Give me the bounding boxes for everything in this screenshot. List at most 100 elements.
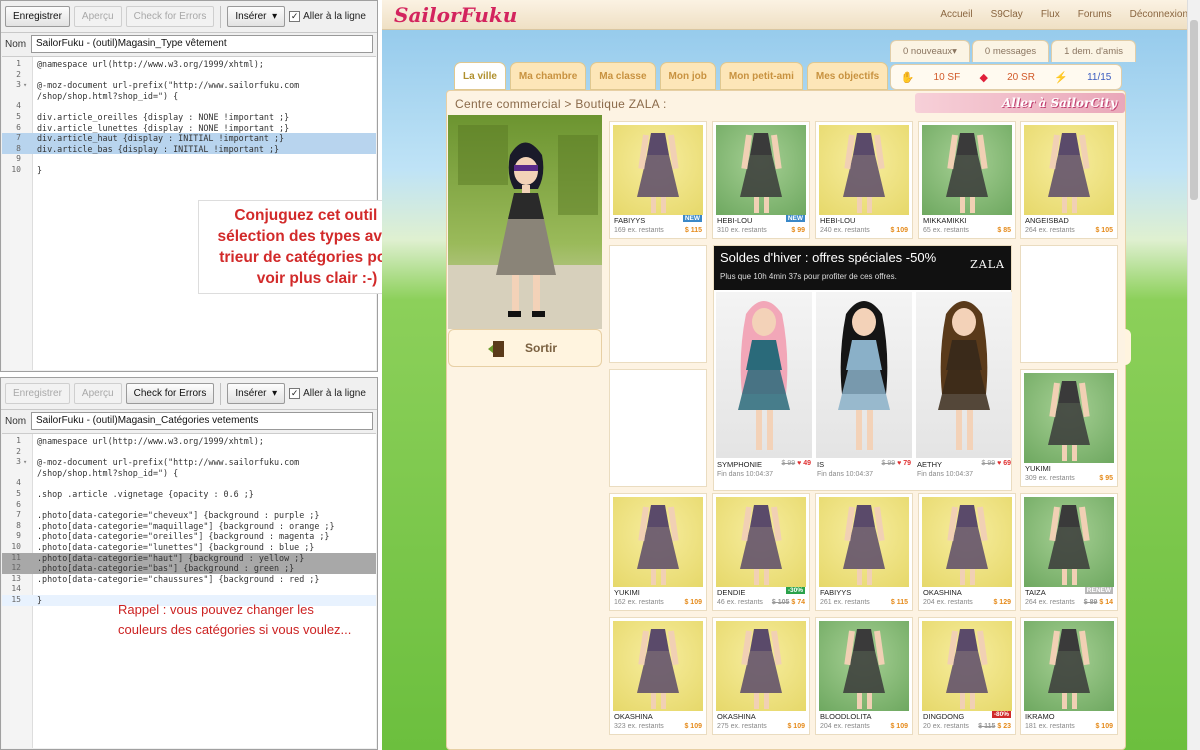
code-line: 8 div.article_bas {display : INITIAL !imp… (2, 143, 376, 155)
promo-item-name: IS (817, 460, 825, 469)
fold-arrow-icon[interactable]: ▾ (23, 457, 27, 468)
notif-friend-requests[interactable]: 1 dem. d'amis (1051, 40, 1136, 62)
site-header: SailorFuku Accueil S9Clay Flux Forums Dé… (382, 0, 1200, 30)
product-card[interactable]: IKRAMO 181 ex. restants $ 109 (1020, 617, 1118, 735)
line-number: 3 (16, 80, 21, 90)
product-card[interactable]: OKASHINA 323 ex. restants $ 109 (609, 617, 707, 735)
wrap-checkbox[interactable]: ✓ Aller à la ligne (289, 388, 366, 399)
code-text: div.article_lunettes {display : NONE !im… (37, 122, 290, 133)
name-row: Nom SailorFuku - (outil)Magasin_Catégori… (1, 411, 377, 431)
line-number: 10 (11, 164, 21, 174)
product-card[interactable]: OKASHINA 275 ex. restants $ 109 (712, 617, 810, 735)
product-name: YUKIMI (1025, 464, 1051, 473)
tab-mon-job[interactable]: Mon job (659, 62, 716, 90)
product-card[interactable]: FABIYYS 261 ex. restants $ 115 (815, 493, 913, 611)
product-card[interactable]: ANGEISBAD 264 ex. restants $ 105 (1020, 121, 1118, 239)
product-photo[interactable] (1024, 497, 1114, 587)
product-card[interactable]: HEBI-LOU 240 ex. restants $ 109 (815, 121, 913, 239)
promo-item-photo[interactable] (916, 292, 1012, 458)
heart-icon: ♥ (897, 460, 902, 467)
product-photo[interactable] (716, 125, 806, 215)
save-button[interactable]: Enregistrer (5, 383, 70, 404)
sf-balance: 10 SF (933, 71, 961, 83)
product-photo[interactable] (922, 125, 1012, 215)
product-name: ANGEISBAD (1025, 216, 1069, 225)
tab-ma-chambre[interactable]: Ma chambre (509, 62, 587, 90)
product-card[interactable]: DINGDONG -80% 20 ex. restants $ 115 $ 23 (918, 617, 1016, 735)
notif-messages[interactable]: 0 messages (971, 40, 1050, 62)
nav-flux[interactable]: Flux (1041, 9, 1060, 20)
name-field[interactable]: SailorFuku - (outil)Magasin_Catégories v… (31, 412, 373, 430)
price-value: $ 129 (993, 599, 1011, 606)
code-text: } (37, 164, 43, 175)
price-value: $ 95 (1099, 475, 1113, 482)
tab-mes-objectifs[interactable]: Mes objectifs (806, 62, 889, 90)
tab-mon-petit-ami[interactable]: Mon petit-ami (719, 62, 803, 90)
product-photo[interactable] (613, 497, 703, 587)
nav-profile[interactable]: S9Clay (991, 9, 1023, 20)
preview-button[interactable]: Aperçu (73, 383, 122, 404)
product-card[interactable]: YUKIMI 309 ex. restants $ 95 (1020, 369, 1118, 487)
exit-button[interactable]: Sortir (448, 329, 602, 367)
product-price: $ 95 (1099, 475, 1113, 482)
fold-arrow-icon[interactable]: ▾ (23, 80, 27, 91)
vertical-scrollbar[interactable] (1187, 0, 1200, 750)
nav-forums[interactable]: Forums (1078, 9, 1112, 20)
tab-ma-classe[interactable]: Ma classe (590, 62, 656, 90)
product-photo[interactable] (613, 621, 703, 711)
preview-button[interactable]: Aperçu (73, 6, 122, 27)
scrollbar-thumb[interactable] (1190, 20, 1198, 200)
product-photo[interactable] (1024, 373, 1114, 463)
code-line: 2 (2, 447, 376, 458)
check-errors-button[interactable]: Check for Errors (125, 6, 215, 27)
line-number: 2 (16, 446, 21, 456)
insert-dropdown[interactable]: Insérer ▾ (227, 6, 286, 27)
line-number: 12 (11, 563, 21, 573)
product-photo[interactable] (922, 621, 1012, 711)
stock-count: 65 ex. restants (923, 227, 969, 234)
product-photo[interactable] (819, 125, 909, 215)
sailorcity-banner[interactable]: Aller à SailorCity (915, 93, 1125, 113)
product-price: $ 115 (685, 227, 702, 234)
product-photo[interactable] (716, 497, 806, 587)
nav-accueil[interactable]: Accueil (940, 9, 972, 20)
site-logo[interactable]: SailorFuku (394, 3, 517, 27)
product-badge: -30% (785, 587, 805, 594)
notif-news[interactable]: 0 nouveaux▾ (890, 40, 970, 62)
product-photo[interactable] (1024, 621, 1114, 711)
save-button[interactable]: Enregistrer (5, 6, 70, 27)
product-photo[interactable] (819, 621, 909, 711)
currency-bar: ✋ 10 SF ◆ 20 SR ⚡ 11/15 (890, 64, 1122, 90)
wrap-checkbox[interactable]: ✓ Aller à la ligne (289, 11, 366, 22)
code-editor[interactable]: 1 @namespace url(http://www.w3.org/1999/x… (2, 433, 376, 748)
product-card[interactable]: MIKKAMIKKI 65 ex. restants $ 85 (918, 121, 1016, 239)
product-card[interactable]: DENDIE -30% 46 ex. restants $ 105 $ 74 (712, 493, 810, 611)
product-name: TAIZA (1025, 588, 1046, 597)
line-number: 7 (16, 510, 21, 520)
product-card[interactable]: YUKIMI 162 ex. restants $ 109 (609, 493, 707, 611)
product-card[interactable]: OKASHINA 204 ex. restants $ 129 (918, 493, 1016, 611)
product-card[interactable]: TAIZA RENEW 264 ex. restants $ 89 $ 14 (1020, 493, 1118, 611)
name-field[interactable]: SailorFuku - (outil)Magasin_Type vêtemen… (31, 35, 373, 53)
product-card[interactable]: FABIYYS NEW 169 ex. restants $ 115 (609, 121, 707, 239)
insert-label: Insérer (235, 11, 267, 22)
product-photo[interactable] (922, 497, 1012, 587)
product-photo[interactable] (819, 497, 909, 587)
tab-la-ville[interactable]: La ville (454, 62, 506, 90)
product-card[interactable]: BLOODLOLITA 204 ex. restants $ 109 (815, 617, 913, 735)
check-errors-button[interactable]: Check for Errors (125, 383, 215, 404)
promo-item-photo[interactable] (816, 292, 912, 458)
product-card[interactable]: HEBI-LOU NEW 310 ex. restants $ 99 (712, 121, 810, 239)
promo-price: 79 (903, 460, 911, 467)
code-text: .shop .article .vignetage {opacity : 0.6… (37, 488, 254, 499)
product-photo[interactable] (613, 125, 703, 215)
product-photo[interactable] (1024, 125, 1114, 215)
product-name: YUKIMI (614, 588, 640, 597)
price-value: $ 115 (684, 227, 702, 234)
name-row: Nom SailorFuku - (outil)Magasin_Type vêt… (1, 34, 377, 54)
promo-item-photo[interactable] (716, 292, 812, 458)
product-photo[interactable] (716, 621, 806, 711)
insert-dropdown[interactable]: Insérer ▾ (227, 383, 286, 404)
nav-logout[interactable]: Déconnexion (1130, 9, 1188, 20)
stock-count: 240 ex. restants (820, 227, 870, 234)
